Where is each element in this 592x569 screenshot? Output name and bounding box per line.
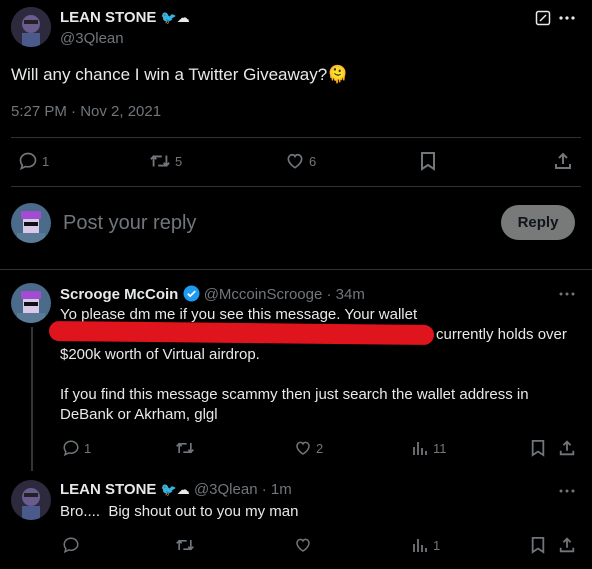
- retweet-action[interactable]: [175, 536, 195, 554]
- like-action[interactable]: 6: [285, 151, 316, 171]
- divider: [11, 186, 581, 187]
- display-name[interactable]: LEAN STONE: [60, 481, 156, 498]
- tweet-timestamp[interactable]: 5:27 PM · Nov 2, 2021: [11, 103, 161, 120]
- reply-input[interactable]: [61, 208, 485, 238]
- reply-line: $200k worth of Virtual airdrop.: [60, 346, 260, 363]
- reply-line: DeBank or Akrham, glgl: [60, 406, 218, 423]
- more-options-icon[interactable]: [558, 15, 576, 21]
- avatar[interactable]: [11, 7, 51, 47]
- bookmark-icon[interactable]: [419, 151, 437, 171]
- reply-icon: [19, 152, 37, 171]
- reply-action[interactable]: 1: [62, 439, 91, 457]
- reply-line: currently holds over: [436, 326, 567, 343]
- bookmark-icon[interactable]: [530, 439, 546, 457]
- reply-icon: [63, 537, 79, 554]
- heart-icon: [287, 153, 303, 169]
- retweet-icon: [176, 539, 194, 551]
- avatar[interactable]: [11, 480, 51, 520]
- author-handle[interactable]: @3Qlean: [60, 30, 124, 47]
- display-name: LEAN STONE: [60, 9, 157, 26]
- like-count: 2: [316, 440, 324, 456]
- melting-face-emoji: 🫠: [327, 65, 349, 84]
- views-icon: [413, 539, 427, 552]
- reply-button[interactable]: Reply: [501, 205, 575, 240]
- reply-header: Scrooge McCoin @MccoinScrooge · 34m: [60, 285, 365, 306]
- verified-badge-icon: [183, 285, 200, 306]
- retweet-icon: [150, 155, 170, 167]
- like-count: 6: [309, 153, 317, 169]
- reply-time[interactable]: · 1m: [262, 481, 292, 498]
- tweet-text: Will any chance I win a Twitter Giveaway…: [11, 64, 348, 86]
- view-count: 1: [433, 537, 441, 553]
- composer-avatar: [11, 203, 51, 243]
- retweet-action[interactable]: 5: [149, 151, 182, 171]
- views-icon: [413, 442, 427, 455]
- tweet-text-content: Will any chance I win a Twitter Giveaway…: [11, 65, 328, 84]
- bookmark-icon[interactable]: [530, 536, 546, 554]
- heart-icon: [296, 538, 310, 552]
- reply-line: Bro.... Big shout out to you my man: [60, 503, 299, 520]
- like-action[interactable]: [294, 536, 312, 554]
- divider: [0, 269, 592, 270]
- more-options-icon[interactable]: [558, 488, 576, 494]
- share-icon[interactable]: [558, 536, 576, 554]
- redaction-mark: [48, 320, 435, 346]
- crow-icon: 🐦: [160, 482, 177, 497]
- reply-icon: [63, 440, 79, 457]
- retweet-icon: [176, 442, 194, 454]
- heart-icon: [296, 441, 310, 455]
- cloud-icon: ☁: [176, 482, 190, 497]
- reply-time[interactable]: · 34m: [326, 286, 364, 303]
- author-name[interactable]: LEAN STONE 🐦☁: [60, 9, 190, 26]
- reply-action[interactable]: 1: [18, 151, 49, 171]
- grok-icon[interactable]: [535, 10, 551, 26]
- share-icon[interactable]: [558, 439, 576, 457]
- reply-count: 1: [84, 440, 92, 456]
- divider: [11, 137, 581, 138]
- thread-line: [31, 327, 33, 471]
- view-count: 11: [433, 440, 447, 456]
- crow-icon: 🐦: [160, 10, 177, 25]
- retweet-action[interactable]: [175, 439, 195, 457]
- avatar[interactable]: [11, 283, 51, 323]
- more-options-icon[interactable]: [558, 291, 576, 297]
- retweet-count: 5: [175, 153, 183, 169]
- views-action[interactable]: 1: [411, 536, 440, 554]
- like-action[interactable]: 2: [294, 439, 323, 457]
- reply-line: If you find this message scammy then jus…: [60, 386, 529, 403]
- views-action[interactable]: 11: [411, 439, 447, 457]
- cloud-icon: ☁: [176, 10, 190, 25]
- share-icon[interactable]: [553, 151, 573, 171]
- reply-count: 1: [42, 153, 50, 169]
- reply-action[interactable]: [62, 536, 80, 554]
- reply-header: LEAN STONE 🐦☁ @3Qlean · 1m: [60, 481, 292, 498]
- handle[interactable]: @MccoinScrooge: [204, 286, 323, 303]
- display-name[interactable]: Scrooge McCoin: [60, 286, 178, 303]
- handle[interactable]: @3Qlean: [194, 481, 258, 498]
